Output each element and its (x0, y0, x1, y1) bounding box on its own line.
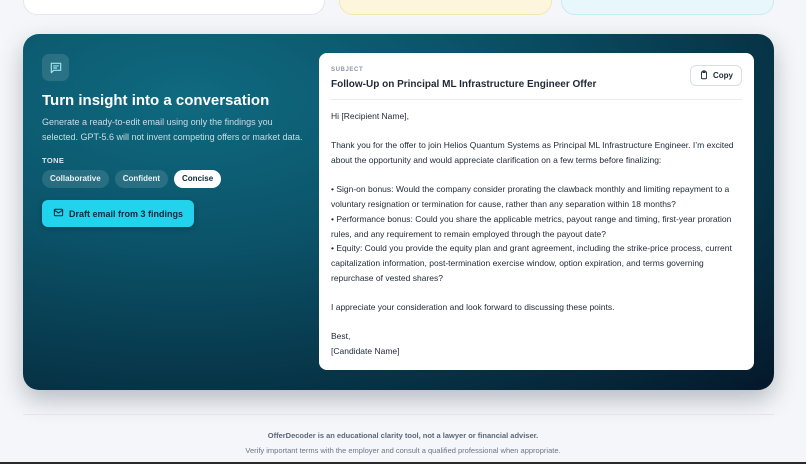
tone-label: TONE (42, 156, 65, 165)
email-bullet-sign-on: • Sign-on bonus: Would the company consi… (331, 184, 730, 210)
email-subject: Follow-Up on Principal ML Infrastructure… (331, 79, 597, 90)
email-bullet-equity: • Equity: Could you provide the equity p… (331, 243, 732, 283)
subject-label: SUBJECT (331, 67, 364, 73)
tone-chip-collaborative[interactable]: Collaborative (42, 170, 109, 188)
draft-email-button[interactable]: Draft email from 3 findings (42, 200, 195, 227)
email-signature: [Candidate Name] (331, 346, 400, 357)
email-intro: Thank you for the offer to join Helios Q… (331, 140, 734, 166)
mail-icon (53, 207, 64, 220)
subject-divider (331, 99, 742, 100)
email-closing: I appreciate your consideration and look… (331, 302, 615, 313)
warning-card-partial (339, 0, 552, 15)
footer-divider (23, 414, 774, 415)
email-draft-panel: Turn insight into a conversation Generat… (23, 34, 774, 390)
tone-chip-concise[interactable]: Concise (174, 170, 222, 188)
panel-title: Turn insight into a conversation (42, 92, 270, 109)
email-preview: SUBJECT Follow-Up on Principal ML Infras… (319, 53, 754, 370)
footer-disclaimer: OfferDecoder is an educational clarity t… (267, 431, 539, 440)
panel-description: Generate a ready-to-edit email using onl… (42, 117, 303, 142)
info-card-partial (561, 0, 774, 15)
email-signoff: Best, (331, 331, 351, 342)
summary-card-partial (23, 0, 325, 15)
chat-icon (42, 54, 69, 81)
clipboard-icon (699, 69, 709, 82)
copy-button-label: Copy (713, 71, 733, 80)
email-bullet-performance: • Performance bonus: Could you share the… (331, 213, 732, 239)
tone-chip-confident[interactable]: Confident (114, 170, 169, 188)
tone-selector: Collaborative Confident Concise (42, 170, 222, 188)
email-body[interactable]: Hi [Recipient Name], Thank you for the o… (331, 109, 743, 359)
copy-button[interactable]: Copy (690, 65, 742, 86)
email-greeting: Hi [Recipient Name], (331, 111, 409, 121)
footer-advice: Verify important terms with the employer… (245, 446, 561, 455)
draft-email-button-label: Draft email from 3 findings (69, 208, 184, 219)
